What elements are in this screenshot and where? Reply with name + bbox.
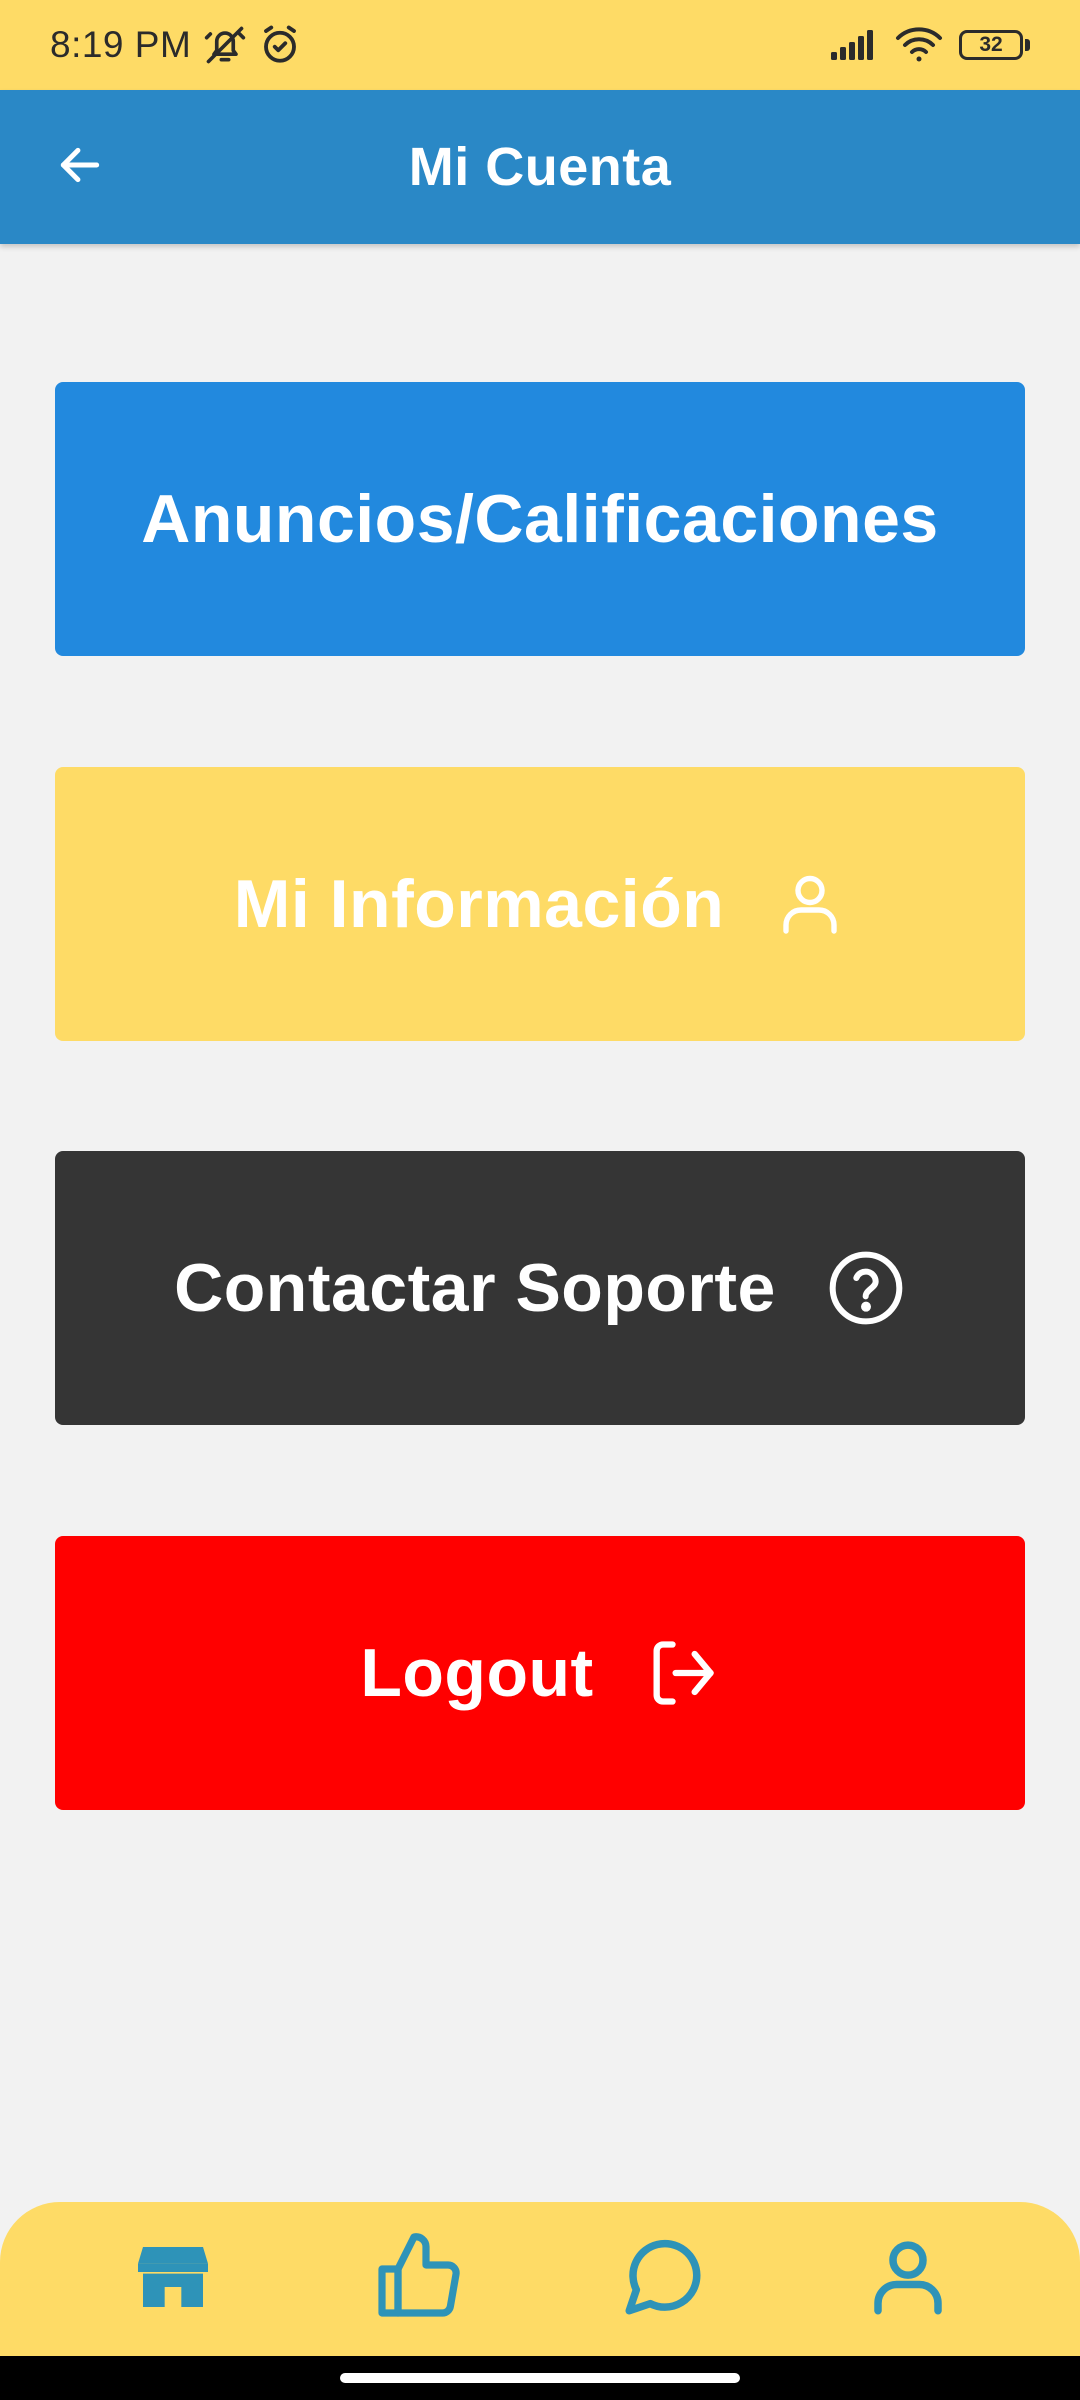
status-bar: 8:19 PM 32 bbox=[0, 0, 1080, 90]
page-title: Mi Cuenta bbox=[408, 137, 672, 197]
status-right: 32 bbox=[829, 26, 1030, 64]
user-icon bbox=[863, 2232, 953, 2327]
chat-icon bbox=[618, 2232, 708, 2327]
nav-profile[interactable] bbox=[843, 2214, 973, 2344]
system-nav-bar bbox=[0, 2356, 1080, 2400]
alarm-icon bbox=[259, 24, 301, 66]
thumbs-up-icon bbox=[370, 2229, 466, 2330]
screen: 8:19 PM 32 Mi Cuenta Anuncios/Calificaci… bbox=[0, 0, 1080, 2400]
store-icon bbox=[133, 2237, 213, 2322]
signal-icon bbox=[829, 28, 879, 62]
status-time: 8:19 PM bbox=[50, 24, 192, 65]
my-info-button[interactable]: Mi Información bbox=[55, 767, 1025, 1041]
status-left: 8:19 PM bbox=[50, 23, 301, 67]
home-handle[interactable] bbox=[340, 2373, 740, 2383]
nav-store[interactable] bbox=[108, 2214, 238, 2344]
nav-likes[interactable] bbox=[353, 2214, 483, 2344]
logout-icon bbox=[644, 1635, 720, 1711]
app-bar: Mi Cuenta bbox=[0, 90, 1080, 244]
battery-tip bbox=[1025, 39, 1030, 51]
logout-button[interactable]: Logout bbox=[55, 1536, 1025, 1810]
contact-support-label: Contactar Soporte bbox=[174, 1250, 776, 1326]
question-circle-icon bbox=[826, 1248, 906, 1328]
muted-bell-icon bbox=[203, 23, 247, 67]
logout-label: Logout bbox=[360, 1635, 594, 1711]
wifi-icon bbox=[895, 26, 943, 64]
back-button[interactable] bbox=[40, 127, 120, 207]
battery-icon: 32 bbox=[959, 30, 1030, 60]
my-info-label: Mi Información bbox=[233, 866, 725, 942]
arrow-left-icon bbox=[55, 140, 105, 195]
user-icon bbox=[774, 868, 846, 940]
bottom-nav bbox=[0, 2202, 1080, 2356]
contact-support-button[interactable]: Contactar Soporte bbox=[55, 1151, 1025, 1425]
nav-chat[interactable] bbox=[598, 2214, 728, 2344]
ads-ratings-button[interactable]: Anuncios/Calificaciones bbox=[55, 382, 1025, 656]
ads-ratings-label: Anuncios/Calificaciones bbox=[141, 481, 939, 557]
battery-level: 32 bbox=[959, 30, 1023, 60]
